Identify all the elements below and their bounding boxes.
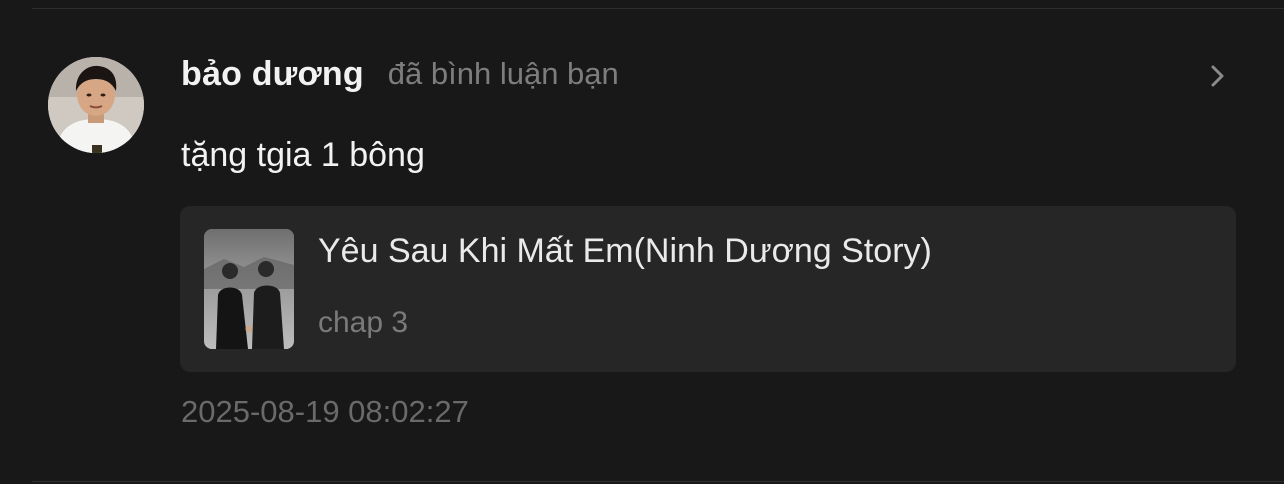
notification-header: bảo dương đã bình luận bạn [181, 52, 619, 96]
action-text: đã bình luận bạn [387, 56, 619, 91]
chevron-right-icon[interactable] [1206, 62, 1230, 90]
story-cover-image [204, 229, 294, 349]
bottom-divider [32, 481, 1284, 482]
user-avatar[interactable] [48, 57, 144, 153]
comment-notification[interactable]: bảo dương đã bình luận bạn tặng tgia 1 b… [0, 0, 1284, 484]
notification-timestamp: 2025-08-19 08:02:27 [181, 394, 469, 429]
user-name[interactable]: bảo dương [181, 55, 364, 94]
story-title: Yêu Sau Khi Mất Em(Ninh Dương Story) [318, 232, 932, 270]
story-chapter: chap 3 [318, 306, 409, 339]
comment-text: tặng tgia 1 bông [181, 136, 425, 174]
story-card[interactable]: Yêu Sau Khi Mất Em(Ninh Dương Story) cha… [180, 206, 1236, 372]
